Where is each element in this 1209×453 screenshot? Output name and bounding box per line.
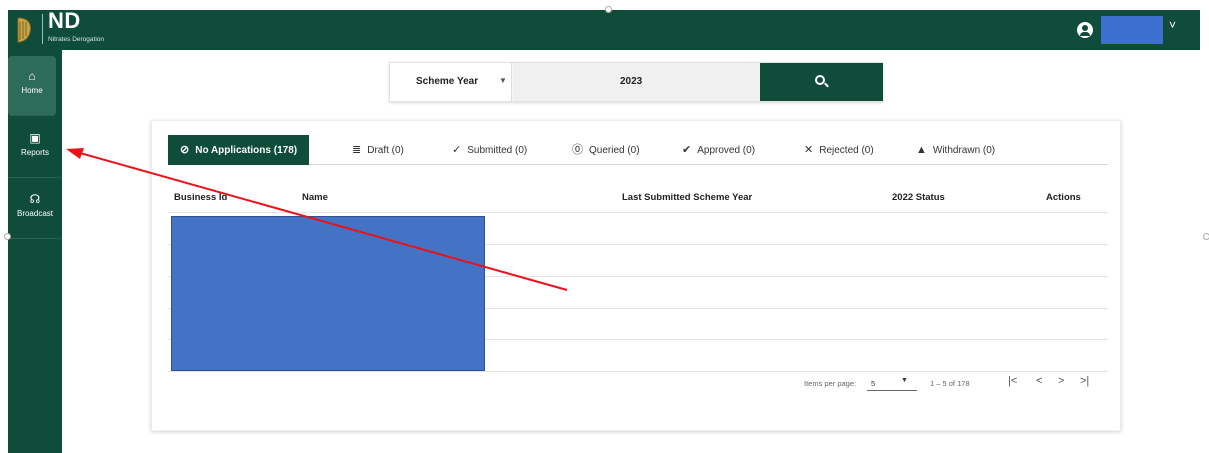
app-title: ND <box>48 8 81 33</box>
sidebar: ⌂ Home ▣ Reports ☊ Broadcast <box>8 50 62 453</box>
home-icon: ⌂ <box>28 69 36 83</box>
redacted-block <box>171 216 485 371</box>
tab-label: Withdrawn (0) <box>932 145 996 156</box>
tab-no-applications[interactable]: ⊘ No Applications (178) <box>168 135 310 165</box>
page-range: 1 – 5 of 178 <box>930 379 970 388</box>
tab-withdrawn[interactable]: ▲ Withdrawn (0) <box>916 135 995 165</box>
help-circle-icon: ⓪ <box>572 144 583 156</box>
column-header-name[interactable]: Name <box>302 192 328 203</box>
next-page-icon[interactable]: > <box>1058 375 1064 387</box>
items-per-page-value: 5 <box>871 379 876 388</box>
account-circle-icon[interactable] <box>1077 22 1093 38</box>
not-allowed-icon: ⊘ <box>180 144 190 156</box>
column-header-actions: Actions <box>1046 192 1081 203</box>
column-header-status[interactable]: 2022 Status <box>892 192 945 203</box>
tab-label: No Applications (178) <box>195 145 298 156</box>
paginator: Items per page: 5 ▼ 1 – 5 of 178 |< < > … <box>152 371 1122 399</box>
column-header-business-id[interactable]: Business Id <box>174 192 227 203</box>
resize-handle[interactable] <box>605 6 612 13</box>
column-header-last-submitted[interactable]: Last Submitted Scheme Year <box>622 192 752 203</box>
search-icon <box>815 75 825 85</box>
tab-queried[interactable]: ⓪ Queried (0) <box>572 135 640 165</box>
year-select[interactable]: 2023 ▼ <box>513 63 878 101</box>
logo-divider <box>42 14 43 44</box>
list-icon: ≣ <box>352 144 362 156</box>
items-per-page-label: Items per page: <box>804 379 857 388</box>
eject-icon: ▲ <box>916 144 927 156</box>
user-name-redacted[interactable] <box>1101 16 1163 44</box>
tab-draft[interactable]: ≣ Draft (0) <box>352 135 404 165</box>
sidebar-item-reports[interactable]: ▣ Reports <box>8 118 62 178</box>
tab-approved[interactable]: ✔ Approved (0) <box>682 135 755 165</box>
scheme-year-filter: Scheme Year ▼ 2023 ▼ <box>389 62 883 102</box>
tab-label: Rejected (0) <box>819 145 874 156</box>
user-menu-chevron-icon[interactable]: ˅ <box>1169 18 1176 32</box>
search-button[interactable] <box>760 63 883 101</box>
close-icon: ✕ <box>804 144 814 156</box>
status-tabs: ⊘ No Applications (178) ≣ Draft (0) ✓ Submi… <box>168 135 1108 165</box>
items-per-page-select[interactable]: 5 ▼ <box>867 375 917 391</box>
previous-page-icon[interactable]: < <box>1036 375 1042 387</box>
resize-handle[interactable] <box>1203 233 1209 240</box>
scheme-year-label: Scheme Year <box>416 76 479 87</box>
annotation-arrow-head <box>66 148 84 159</box>
last-page-icon[interactable]: >| <box>1080 375 1089 387</box>
sidebar-item-label: Reports <box>20 148 49 157</box>
tab-label: Submitted (0) <box>467 145 528 156</box>
applications-card: ⊘ No Applications (178) ≣ Draft (0) ✓ Submi… <box>151 120 1121 431</box>
sidebar-item-home[interactable]: ⌂ Home <box>8 56 56 116</box>
tab-label: Approved (0) <box>697 145 756 156</box>
chevron-down-icon: ▼ <box>499 76 507 85</box>
first-page-icon[interactable]: |< <box>1008 375 1017 387</box>
table-header: Business Id Name Last Submitted Scheme Y… <box>168 183 1108 213</box>
check-icon: ✓ <box>452 144 462 156</box>
report-icon: ▣ <box>29 131 41 145</box>
tab-label: Draft (0) <box>367 145 404 156</box>
harp-logo-icon <box>17 17 31 43</box>
tab-submitted[interactable]: ✓ Submitted (0) <box>452 135 527 165</box>
sidebar-item-label: Home <box>21 86 43 95</box>
tab-rejected[interactable]: ✕ Rejected (0) <box>804 135 874 165</box>
app-window: ND Nitrates Derogation ˅ ⌂ Home ▣ Report… <box>0 0 1209 453</box>
top-bar: ND Nitrates Derogation ˅ <box>8 8 1200 50</box>
year-value: 2023 <box>620 76 643 87</box>
sidebar-item-label: Broadcast <box>16 209 54 218</box>
tab-label: Queried (0) <box>589 145 640 156</box>
broadcast-icon: ☊ <box>29 192 41 206</box>
resize-handle[interactable] <box>4 233 11 240</box>
sidebar-item-broadcast[interactable]: ☊ Broadcast <box>8 179 62 239</box>
chevron-down-icon: ▼ <box>901 377 908 384</box>
double-check-icon: ✔ <box>682 144 692 156</box>
app-subtitle: Nitrates Derogation <box>48 36 104 43</box>
scheme-year-select[interactable]: Scheme Year ▼ <box>390 63 512 101</box>
